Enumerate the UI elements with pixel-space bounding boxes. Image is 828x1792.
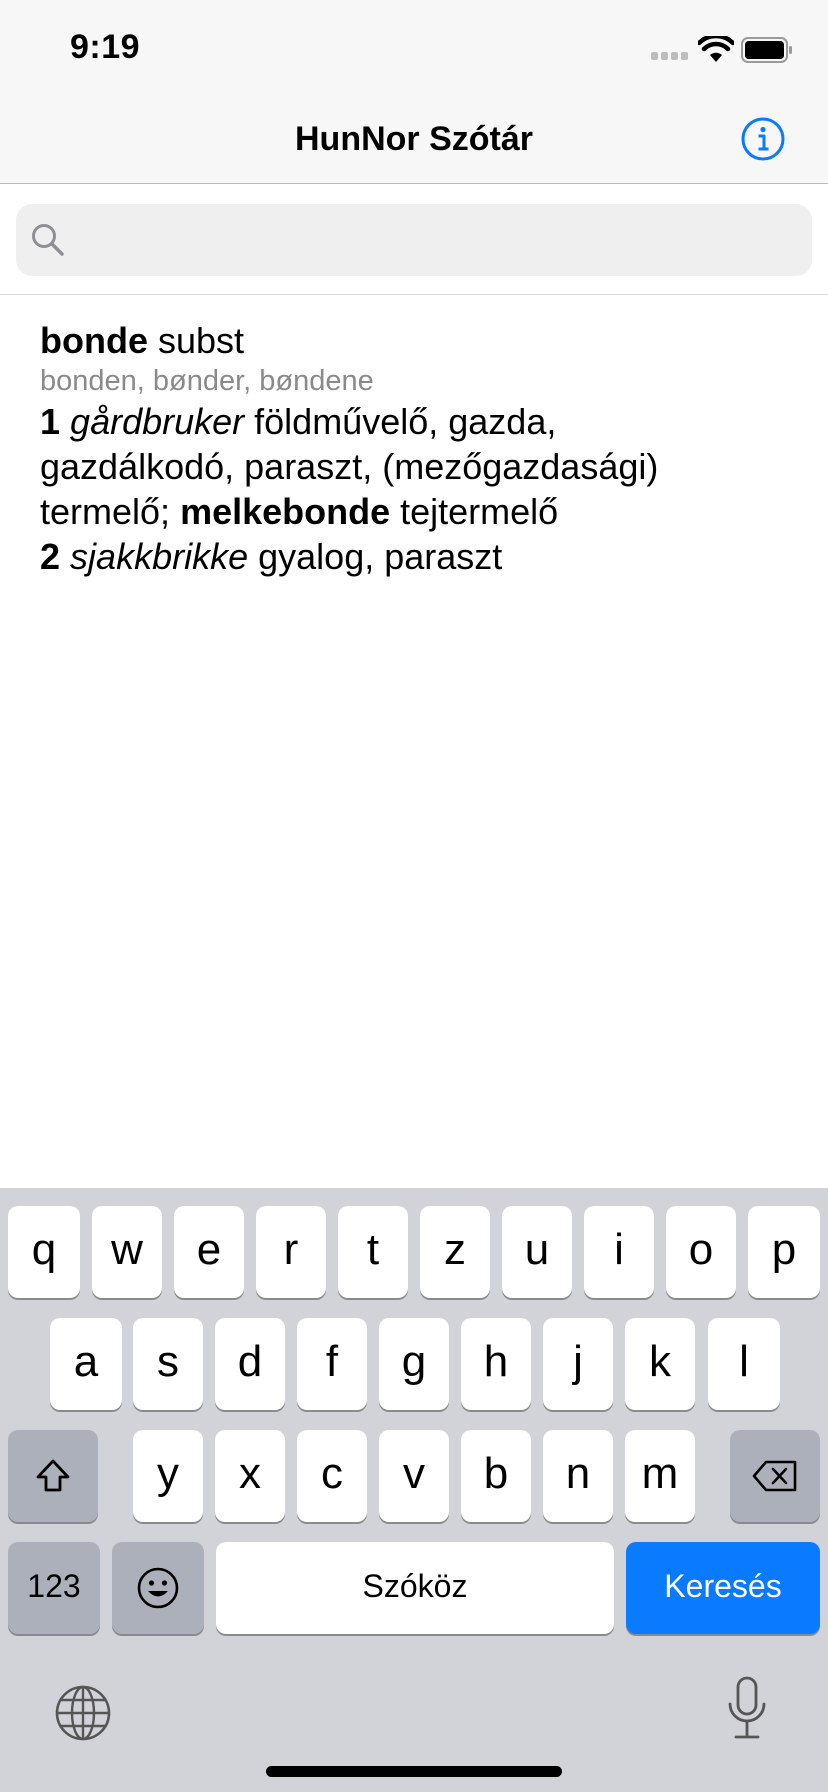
- backspace-icon: [752, 1461, 797, 1492]
- search-return-key[interactable]: Keresés: [626, 1542, 820, 1634]
- key-b[interactable]: b: [461, 1430, 531, 1522]
- cellular-signal-icon: [651, 52, 691, 62]
- shift-icon: [36, 1459, 70, 1492]
- battery-icon: [741, 37, 792, 63]
- numbers-key[interactable]: 123: [8, 1542, 100, 1634]
- key-y[interactable]: y: [133, 1430, 203, 1522]
- keyboard: q w e r t z u i o p a s d f g h j k l y …: [0, 1188, 828, 1792]
- sense-translation-cont: gazdálkodó, paraszt, (mezőgazdasági): [40, 446, 659, 487]
- microphone-icon[interactable]: [726, 1676, 768, 1742]
- compound-word: melkebonde: [180, 491, 391, 532]
- key-d[interactable]: d: [215, 1318, 285, 1410]
- globe-icon[interactable]: [54, 1684, 112, 1742]
- key-j[interactable]: j: [543, 1318, 613, 1410]
- entry-headline: bonde subst: [40, 318, 800, 363]
- page-title: HunNor Szótár: [295, 120, 533, 158]
- key-w[interactable]: w: [92, 1206, 162, 1298]
- key-i[interactable]: i: [584, 1206, 654, 1298]
- delete-key[interactable]: [730, 1430, 820, 1522]
- sense-number: 2: [40, 536, 61, 577]
- status-bar: 9:19: [0, 0, 828, 96]
- key-s[interactable]: s: [133, 1318, 203, 1410]
- sense-translation-cont: termelő;: [40, 491, 171, 532]
- dictionary-entry: bonde subst bonden, bønder, bøndene 1 gå…: [40, 318, 800, 579]
- search-field[interactable]: [16, 204, 812, 276]
- key-v[interactable]: v: [379, 1430, 449, 1522]
- headword: bonde: [40, 320, 148, 361]
- key-o[interactable]: o: [666, 1206, 736, 1298]
- emoji-key[interactable]: [112, 1542, 204, 1634]
- key-u[interactable]: u: [502, 1206, 572, 1298]
- key-g[interactable]: g: [379, 1318, 449, 1410]
- home-indicator: [266, 1766, 562, 1777]
- key-n[interactable]: n: [543, 1430, 613, 1522]
- key-q[interactable]: q: [8, 1206, 80, 1298]
- space-key[interactable]: Szóköz: [216, 1542, 614, 1634]
- key-z[interactable]: z: [420, 1206, 490, 1298]
- wifi-icon: [698, 36, 734, 62]
- sense-context: sjakkbrikke: [70, 536, 249, 577]
- search-input[interactable]: [78, 204, 798, 276]
- key-x[interactable]: x: [215, 1430, 285, 1522]
- navigation-bar: HunNor Szótár: [0, 96, 828, 184]
- key-h[interactable]: h: [461, 1318, 531, 1410]
- key-l[interactable]: l: [708, 1318, 780, 1410]
- key-k[interactable]: k: [625, 1318, 695, 1410]
- info-icon[interactable]: [740, 116, 786, 162]
- key-r[interactable]: r: [256, 1206, 326, 1298]
- emoji-icon: [137, 1568, 179, 1609]
- sense-translation: földművelő, gazda,: [254, 401, 557, 442]
- key-e[interactable]: e: [174, 1206, 244, 1298]
- sense-1: 1 gårdbruker földművelő, gazda, gazdálko…: [40, 399, 800, 534]
- inflected-forms: bonden, bønder, bøndene: [40, 365, 374, 397]
- search-bar: [0, 185, 828, 295]
- status-time: 9:19: [70, 28, 141, 66]
- key-m[interactable]: m: [625, 1430, 695, 1522]
- key-c[interactable]: c: [297, 1430, 367, 1522]
- part-of-speech: subst: [158, 320, 245, 361]
- sense-context: gårdbruker: [70, 401, 245, 442]
- shift-key[interactable]: [8, 1430, 98, 1522]
- sense-2: 2 sjakkbrikke gyalog, paraszt: [40, 534, 800, 579]
- key-t[interactable]: t: [338, 1206, 408, 1298]
- sense-translation: gyalog, paraszt: [258, 536, 503, 577]
- key-p[interactable]: p: [748, 1206, 820, 1298]
- key-a[interactable]: a: [50, 1318, 122, 1410]
- sense-number: 1: [40, 401, 61, 442]
- compound-translation: tejtermelő: [400, 491, 559, 532]
- search-icon: [32, 224, 64, 256]
- key-f[interactable]: f: [297, 1318, 367, 1410]
